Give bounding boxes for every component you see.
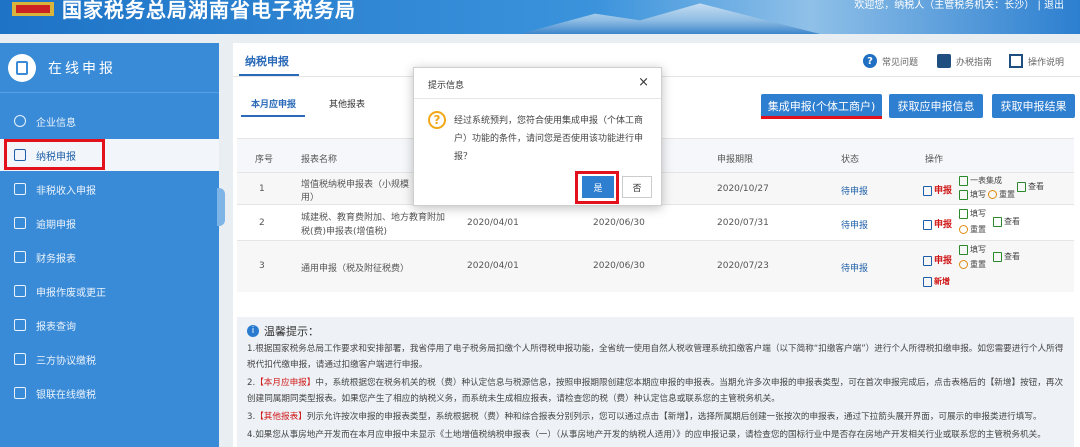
close-icon[interactable]: × xyxy=(638,75,649,90)
dialog-message: 经过系统预判，您符合使用集成申报（个体工商户）功能的条件，请问您是否使用该功能进… xyxy=(454,116,644,162)
modal-overlay: 提示信息 × ? 经过系统预判，您符合使用集成申报（个体工商户）功能的条件，请问… xyxy=(0,0,1080,447)
highlight-box-yes xyxy=(575,171,619,204)
dialog-title: 提示信息 xyxy=(428,81,465,91)
prompt-dialog: 提示信息 × ? 经过系统预判，您符合使用集成申报（个体工商户）功能的条件，请问… xyxy=(413,67,662,206)
dialog-header: 提示信息 × xyxy=(414,68,661,99)
no-button[interactable]: 否 xyxy=(622,176,652,198)
question-icon: ? xyxy=(428,111,446,129)
